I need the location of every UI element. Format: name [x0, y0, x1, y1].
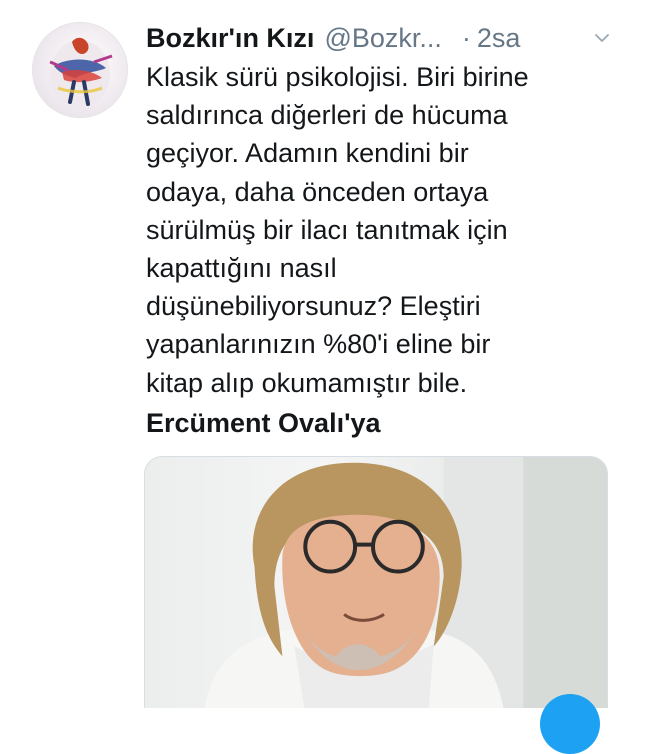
user-handle[interactable]: @Bozkr...: [324, 21, 441, 55]
mention-text: Ercüment Ovalı'ya: [146, 408, 381, 438]
display-name[interactable]: Bozkır'ın Kızı: [146, 21, 314, 55]
tweet-text-line: sürülmüş bir ilacı tanıtmak için: [146, 214, 508, 245]
photo-portrait: [204, 457, 607, 708]
tweet-text-line: saldırınca diğerleri de hücuma: [146, 100, 508, 131]
tweet[interactable]: Bozkır'ın Kızı @Bozkr... · 2sa Klasik sü…: [0, 0, 670, 754]
tweet-text-line: Klasik sürü psikolojisi. Biri birine: [146, 62, 529, 92]
avatar[interactable]: [32, 22, 128, 118]
chevron-down-icon[interactable]: [594, 30, 610, 46]
tweet-text-line: yapanlarınızın %80'i eline bir: [146, 329, 491, 360]
tweet-header: Bozkır'ın Kızı @Bozkr... · 2sa: [146, 18, 646, 58]
timestamp[interactable]: 2sa: [477, 21, 521, 55]
tweet-text-line: kapattığını nasıl: [146, 253, 337, 284]
tweet-text-line: düşünebiliyorsunuz? Eleştiri: [146, 291, 481, 322]
separator-dot: ·: [461, 23, 471, 53]
compose-fab[interactable]: [540, 694, 600, 754]
tweet-text-line: odaya, daha önceden ortaya: [146, 176, 489, 207]
tweet-text-line: geçiyor. Adamın kendini bir: [146, 138, 469, 169]
tweet-text-line: kitap alıp okumamıştır bile.: [146, 367, 468, 398]
tweet-media-image[interactable]: [144, 456, 608, 708]
tweet-text: Klasik sürü psikolojisi. Biri birine sal…: [146, 58, 646, 402]
avatar-image: [49, 37, 113, 108]
